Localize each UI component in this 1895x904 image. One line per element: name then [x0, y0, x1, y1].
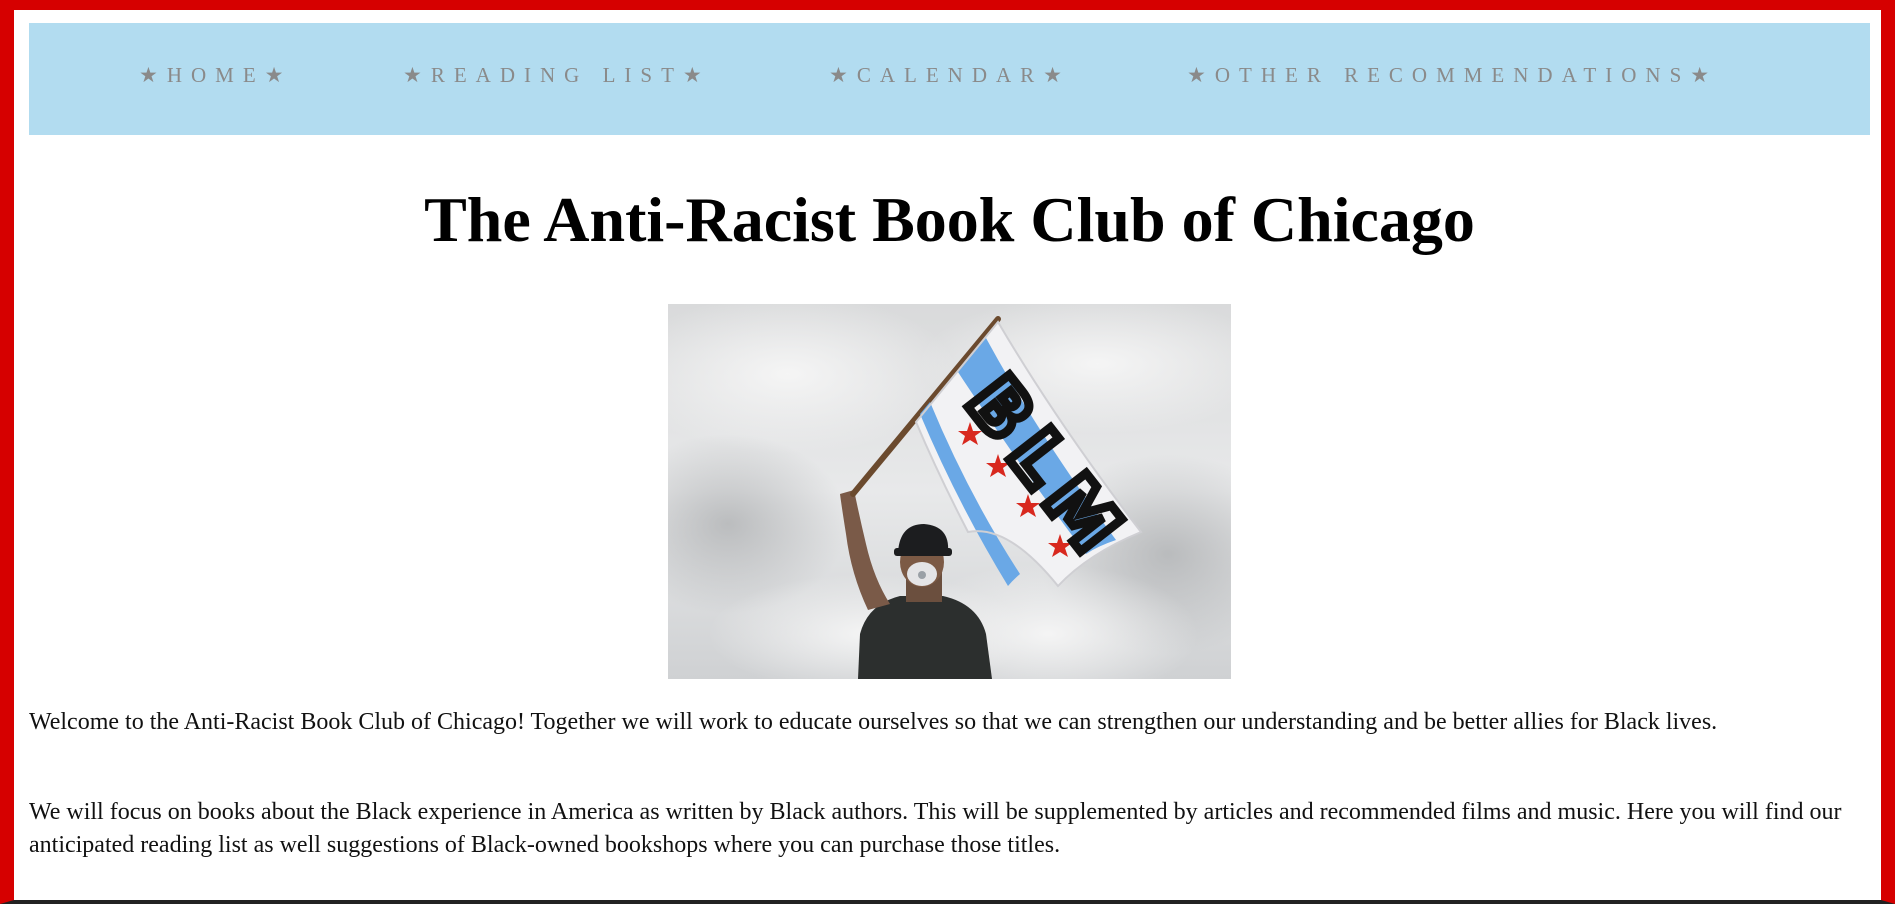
top-nav-bar: ★HOME★ ★READING LIST★ ★CALENDAR★ ★OTHER …: [29, 23, 1870, 135]
nav-link-home[interactable]: ★HOME★: [139, 23, 292, 135]
page-title: The Anti-Racist Book Club of Chicago: [424, 184, 1475, 255]
nav-link-reading-list[interactable]: ★READING LIST★: [403, 23, 711, 135]
intro-paragraph-welcome: Welcome to the Anti-Racist Book Club of …: [29, 709, 1718, 735]
nav-link-other-recommendations[interactable]: ★OTHER RECOMMENDATIONS★: [1187, 23, 1718, 135]
nav-link-calendar[interactable]: ★CALENDAR★: [829, 23, 1071, 135]
intro-paragraph-focus: We will focus on books about the Black e…: [29, 799, 1842, 858]
hero-image-blm-flag: BLM: [668, 304, 1231, 679]
